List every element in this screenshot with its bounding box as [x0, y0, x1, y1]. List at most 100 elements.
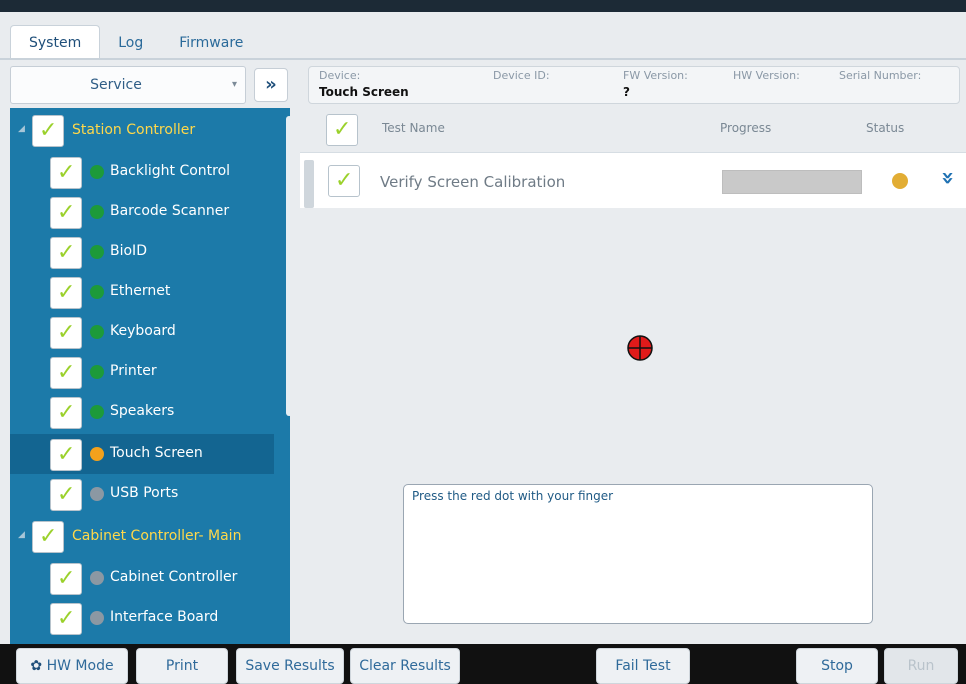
tree-group-label: Station Controller — [72, 122, 196, 138]
fw-version-label: FW Version: — [623, 69, 688, 82]
select-all-checkbox[interactable]: ✓ — [326, 114, 358, 146]
clear-results-button[interactable]: Clear Results — [350, 648, 460, 684]
tab-divider — [0, 58, 966, 60]
tree-item-printer[interactable]: ✓ Printer — [10, 352, 274, 392]
tree-item-usb-ports[interactable]: ✓ USB Ports — [10, 474, 274, 514]
collapse-icon: ◢ — [18, 124, 25, 134]
tree-item-speakers[interactable]: ✓ Speakers — [10, 392, 274, 432]
status-dot-gray-icon — [90, 487, 104, 501]
check-icon: ✓ — [335, 168, 354, 193]
check-icon: ✓ — [57, 606, 76, 631]
status-dot-green-icon — [90, 245, 104, 259]
tree-scrollbar[interactable] — [286, 116, 290, 416]
check-icon: ✓ — [57, 200, 76, 225]
checkbox[interactable]: ✓ — [50, 397, 82, 429]
service-select-value: Service — [90, 77, 142, 93]
column-progress: Progress — [720, 121, 772, 135]
checkbox[interactable]: ✓ — [50, 157, 82, 189]
tree-item-label: Touch Screen — [110, 445, 203, 461]
check-icon: ✓ — [57, 566, 76, 591]
checkbox[interactable]: ✓ — [50, 603, 82, 635]
app-window: System Log Firmware Service ▾ » ◢ ✓ Stat… — [0, 0, 966, 684]
tree-item-touch-screen[interactable]: ✓ Touch Screen — [10, 434, 274, 474]
check-icon: ✓ — [57, 482, 76, 507]
tree-item-label: Ethernet — [110, 283, 171, 299]
expand-row-icon[interactable]: » — [935, 171, 960, 185]
tree-item-label: Keyboard — [110, 323, 176, 339]
status-dot-green-icon — [90, 165, 104, 179]
fw-version-value: ? — [623, 85, 630, 99]
tree-item-label: Interface Board — [110, 609, 219, 625]
tab-firmware[interactable]: Firmware — [161, 26, 261, 60]
tab-bar: System Log Firmware — [10, 22, 261, 60]
check-icon: ✓ — [57, 240, 76, 265]
device-id-label: Device ID: — [493, 69, 550, 82]
device-info-bar: Device: Touch Screen Device ID: FW Versi… — [308, 66, 960, 104]
status-dot-gray-icon — [90, 611, 104, 625]
tree-item-barcode-scanner[interactable]: ✓ Barcode Scanner — [10, 192, 274, 232]
service-select[interactable]: Service ▾ — [10, 66, 246, 104]
hw-version-label: HW Version: — [733, 69, 800, 82]
tree-item-label: Backlight Control — [110, 163, 231, 179]
checkbox[interactable]: ✓ — [50, 277, 82, 309]
tree-item-label: Printer — [110, 363, 157, 379]
checkbox[interactable]: ✓ — [32, 115, 64, 147]
title-bar — [0, 0, 966, 12]
tree-group-cabinet-controller-main[interactable]: ◢ ✓ Cabinet Controller- Main — [10, 516, 274, 556]
tree-group-label: Cabinet Controller- Main — [72, 528, 242, 544]
checkbox[interactable]: ✓ — [50, 197, 82, 229]
run-button[interactable]: Run — [884, 648, 958, 684]
print-button[interactable]: Print — [136, 648, 228, 684]
tree-item-label: Speakers — [110, 403, 175, 419]
serial-number-label: Serial Number: — [839, 69, 922, 82]
row-checkbox[interactable]: ✓ — [328, 165, 360, 197]
check-icon: ✓ — [57, 360, 76, 385]
tree-item-ethernet[interactable]: ✓ Ethernet — [10, 272, 274, 312]
tab-system[interactable]: System — [10, 25, 101, 60]
checkbox[interactable]: ✓ — [50, 439, 82, 471]
checkbox[interactable]: ✓ — [50, 237, 82, 269]
chevron-down-icon: ▾ — [231, 79, 237, 90]
instruction-text: Press the red dot with your finger — [412, 489, 614, 503]
checkbox[interactable]: ✓ — [50, 317, 82, 349]
tree-item-keyboard[interactable]: ✓ Keyboard — [10, 312, 274, 352]
test-table-header: ✓ Test Name Progress Status — [300, 108, 966, 152]
tree-item-label: Barcode Scanner — [110, 203, 230, 219]
row-drag-handle[interactable] — [304, 160, 314, 208]
save-results-button[interactable]: Save Results — [236, 648, 344, 684]
collapse-icon: ◢ — [18, 530, 25, 540]
check-icon: ✓ — [333, 117, 352, 142]
stop-button[interactable]: Stop — [796, 648, 878, 684]
check-icon: ✓ — [39, 524, 58, 549]
tree-group-station-controller[interactable]: ◢ ✓ Station Controller — [10, 110, 274, 150]
tree-item-backlight-control[interactable]: ✓ Backlight Control — [10, 152, 274, 192]
status-dot-green-icon — [90, 285, 104, 299]
column-test-name: Test Name — [382, 121, 445, 135]
status-dot-green-icon — [90, 325, 104, 339]
expand-button[interactable]: » — [254, 68, 288, 102]
instruction-box: Press the red dot with your finger — [403, 484, 873, 624]
red-dot-target-icon[interactable] — [626, 334, 654, 362]
double-chevron-right-icon: » — [265, 74, 277, 95]
check-icon: ✓ — [57, 442, 76, 467]
checkbox[interactable]: ✓ — [50, 357, 82, 389]
tree-item-cabinet-controller[interactable]: ✓ Cabinet Controller — [10, 558, 274, 598]
check-icon: ✓ — [57, 280, 76, 305]
checkbox[interactable]: ✓ — [32, 521, 64, 553]
checkbox[interactable]: ✓ — [50, 479, 82, 511]
fail-test-button[interactable]: Fail Test — [596, 648, 690, 684]
device-tree: ◢ ✓ Station Controller ✓ Backlight Contr… — [10, 108, 290, 644]
left-toolbar: Service ▾ » — [10, 66, 290, 104]
tree-item-label: Cabinet Controller — [110, 569, 238, 585]
tree-item-interface-board[interactable]: ✓ Interface Board — [10, 598, 274, 638]
checkbox[interactable]: ✓ — [50, 563, 82, 595]
hw-mode-button[interactable]: ✿ HW Mode — [16, 648, 128, 684]
status-pending-icon — [892, 173, 908, 189]
tab-log[interactable]: Log — [100, 26, 161, 60]
tree-item-bioid[interactable]: ✓ BioID — [10, 232, 274, 272]
status-dot-gray-icon — [90, 571, 104, 585]
status-dot-green-icon — [90, 205, 104, 219]
check-icon: ✓ — [57, 320, 76, 345]
device-value: Touch Screen — [319, 85, 409, 99]
check-icon: ✓ — [57, 160, 76, 185]
